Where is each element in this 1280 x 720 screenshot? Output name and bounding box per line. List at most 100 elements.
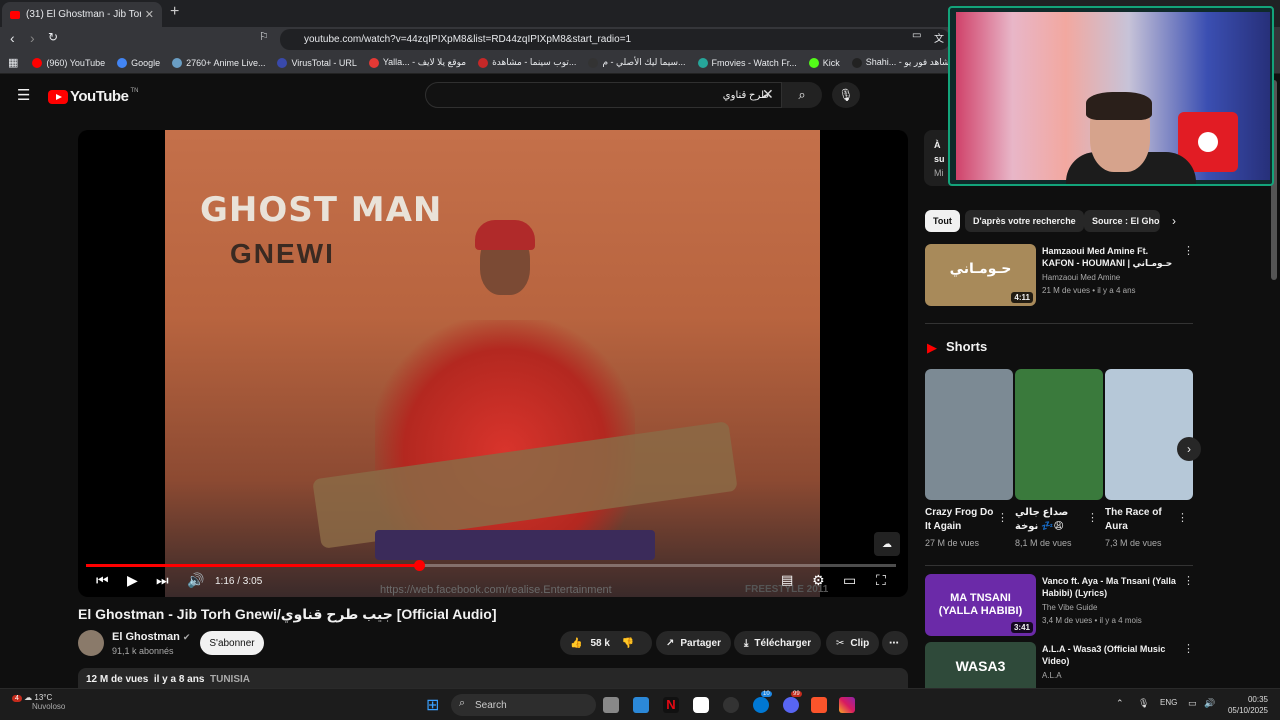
channel-avatar[interactable] — [78, 630, 104, 656]
more-options-icon[interactable]: ⋮ — [1183, 642, 1194, 655]
bookmark-item[interactable]: توب سينما - مشاهدة... — [478, 57, 576, 68]
subscriber-count: 91,1 k abonnés — [112, 646, 174, 656]
short-title[interactable]: The Race of Aura — [1105, 506, 1175, 534]
bookmark-item[interactable]: 2760+ Anime Live... — [172, 57, 265, 68]
share-button[interactable]: ↗ Partager — [656, 631, 731, 655]
tab-youtube[interactable]: (31) El Ghostman - Jib Torh Gnewi ✕ — [2, 2, 162, 27]
store-icon[interactable] — [633, 697, 649, 713]
short-title[interactable]: صداع جالي نوخة 💤😩 — [1015, 506, 1085, 534]
rec-thumbnail[interactable]: MA TNSANI (YALLA HABIBI) 3:41 — [925, 574, 1036, 636]
bookmark-item[interactable]: Kick — [808, 57, 840, 68]
progress-bar[interactable] — [86, 560, 896, 571]
next-icon[interactable]: ⏭ — [156, 572, 169, 589]
rec-channel[interactable]: A.L.A — [1042, 670, 1062, 682]
taskbar-search[interactable]: ⌕ Search — [451, 694, 596, 716]
close-tab-icon[interactable]: ✕ — [145, 8, 154, 21]
more-actions-button[interactable]: ⋯ — [882, 631, 908, 655]
short-thumbnail[interactable] — [1105, 369, 1193, 500]
forward-icon[interactable]: › — [30, 30, 35, 46]
game-icon[interactable] — [723, 697, 739, 713]
hashtag-country[interactable]: TUNISIA — [210, 674, 250, 685]
reload-icon[interactable]: ↻ — [48, 30, 58, 44]
search-input[interactable]: طرح قناوي — [425, 82, 782, 108]
rec-title[interactable]: A.L.A - Wasa3 (Official Music Video) — [1042, 643, 1178, 667]
rec-title[interactable]: Vanco ft. Aya - Ma Tnsani (Yalla Habibi)… — [1042, 575, 1178, 599]
youtube-favicon-icon — [10, 10, 20, 19]
app-icon[interactable] — [693, 697, 709, 713]
more-options-icon[interactable]: ⋮ — [997, 511, 1008, 524]
instagram-icon[interactable] — [839, 697, 855, 713]
rec-channel[interactable]: Hamzaoui Med Amine — [1042, 272, 1120, 284]
scrubber-handle[interactable] — [413, 560, 425, 571]
bookmark-icon[interactable]: ⚐ — [259, 30, 269, 43]
netflix-icon[interactable]: N — [663, 697, 679, 713]
clock[interactable]: 00:35 05/10/2025 — [1226, 694, 1268, 716]
messenger-icon[interactable]: 10 — [753, 691, 772, 713]
chip-all[interactable]: Tout — [925, 210, 960, 232]
chip-related[interactable]: D'après votre recherche — [965, 210, 1084, 232]
windows-start-icon[interactable]: ⊞ — [426, 695, 439, 715]
clip-button[interactable]: ✂ Clip — [826, 631, 880, 655]
streamer-hair — [1086, 92, 1152, 120]
menu-icon[interactable]: ☰ — [17, 86, 30, 104]
subscribe-button[interactable]: S'abonner — [200, 631, 264, 655]
tray-arrow-icon[interactable]: ⌃ — [1116, 698, 1124, 709]
youtube-logo[interactable]: YouTube TN — [48, 88, 138, 105]
more-options-icon[interactable]: ⋮ — [1183, 244, 1194, 257]
channel-watermark-icon[interactable]: ☁ — [874, 532, 900, 556]
play-icon[interactable]: ▶ — [127, 572, 138, 589]
language-indicator[interactable]: ENG — [1160, 698, 1177, 707]
youtube-play-icon — [48, 89, 68, 104]
bookmark-item[interactable]: Shahi... - شاهد فور يو — [851, 57, 949, 68]
like-count[interactable]: 58 k — [590, 638, 609, 649]
cast-icon[interactable]: ▭ — [912, 30, 921, 41]
discord-icon[interactable]: 99 — [783, 691, 802, 713]
channel-name[interactable]: El Ghostman ✔ — [112, 631, 190, 643]
fullscreen-icon[interactable]: ⛶ — [876, 572, 886, 589]
task-view-icon[interactable] — [603, 697, 619, 713]
rec-thumbnail[interactable]: حـومـاني 4:11 — [925, 244, 1036, 306]
video-frame[interactable]: GHOST MAN GNEWI — [165, 130, 820, 597]
translate-icon[interactable]: 文 — [934, 30, 944, 45]
dislike-icon[interactable]: 👎 — [622, 638, 634, 649]
network-icon[interactable]: ▭ — [1188, 698, 1197, 709]
back-icon[interactable]: ‹ — [10, 30, 15, 46]
more-options-icon[interactable]: ⋮ — [1183, 574, 1194, 587]
short-thumbnail[interactable] — [925, 369, 1013, 500]
chip-scroll-right-icon[interactable]: › — [1172, 214, 1176, 228]
time-display: 1:16 / 3:05 — [215, 576, 263, 587]
bookmark-item[interactable]: Yalla... - موقع يلا لايف — [368, 57, 466, 68]
tray-mic-icon[interactable]: 🎙 — [1138, 698, 1149, 709]
weather-badge: 4 — [12, 695, 22, 702]
bookmark-item[interactable]: Fmovies - Watch Fr... — [697, 57, 797, 68]
more-options-icon[interactable]: ⋮ — [1177, 511, 1188, 524]
search-button[interactable]: ⌕ — [782, 82, 822, 108]
weather-widget[interactable]: 4 ☁ 13°C Nuvoloso — [12, 693, 65, 711]
new-tab-button[interactable]: + — [170, 3, 179, 21]
short-title[interactable]: Crazy Frog Do It Again — [925, 506, 995, 534]
clear-search-icon[interactable]: ✕ — [762, 86, 774, 103]
more-options-icon[interactable]: ⋮ — [1087, 511, 1098, 524]
speaker-icon[interactable]: 🔊 — [1204, 698, 1215, 709]
bookmark-item[interactable]: (960) YouTube — [32, 57, 105, 68]
volume-icon[interactable]: 🔊 — [187, 572, 204, 589]
download-button[interactable]: ⤓ Télécharger — [734, 631, 822, 655]
settings-gear-icon[interactable]: ⚙ — [812, 572, 825, 589]
bookmark-item[interactable]: سيما ليك الأصلي - م... — [588, 57, 686, 68]
theater-mode-icon[interactable]: ▭ — [843, 572, 856, 589]
video-player[interactable]: GHOST MAN GNEWI ☁ — [78, 130, 908, 597]
rec-channel[interactable]: The Vibe Guide — [1042, 602, 1097, 614]
rec-title[interactable]: Hamzaoui Med Amine Ft. KAFON - HOUMANI |… — [1042, 245, 1178, 269]
voice-search-button[interactable]: 🎙 — [832, 82, 860, 108]
subtitles-icon[interactable]: ▤ — [781, 572, 793, 588]
chip-source[interactable]: Source : El Gho — [1084, 210, 1160, 232]
bookmark-item[interactable]: VirusTotal - URL — [277, 57, 357, 68]
brave-icon[interactable] — [811, 697, 827, 713]
apps-grid-icon[interactable]: ▦ — [8, 56, 18, 69]
shorts-next-icon[interactable]: › — [1177, 437, 1201, 461]
like-icon[interactable]: 👍 — [570, 638, 582, 649]
url-field[interactable]: youtube.com/watch?v=44zqIPIXpM8&list=RD4… — [280, 29, 950, 50]
bookmark-item[interactable]: Google — [117, 57, 160, 68]
previous-icon[interactable]: ⏮ — [96, 572, 109, 589]
short-thumbnail[interactable] — [1015, 369, 1103, 500]
